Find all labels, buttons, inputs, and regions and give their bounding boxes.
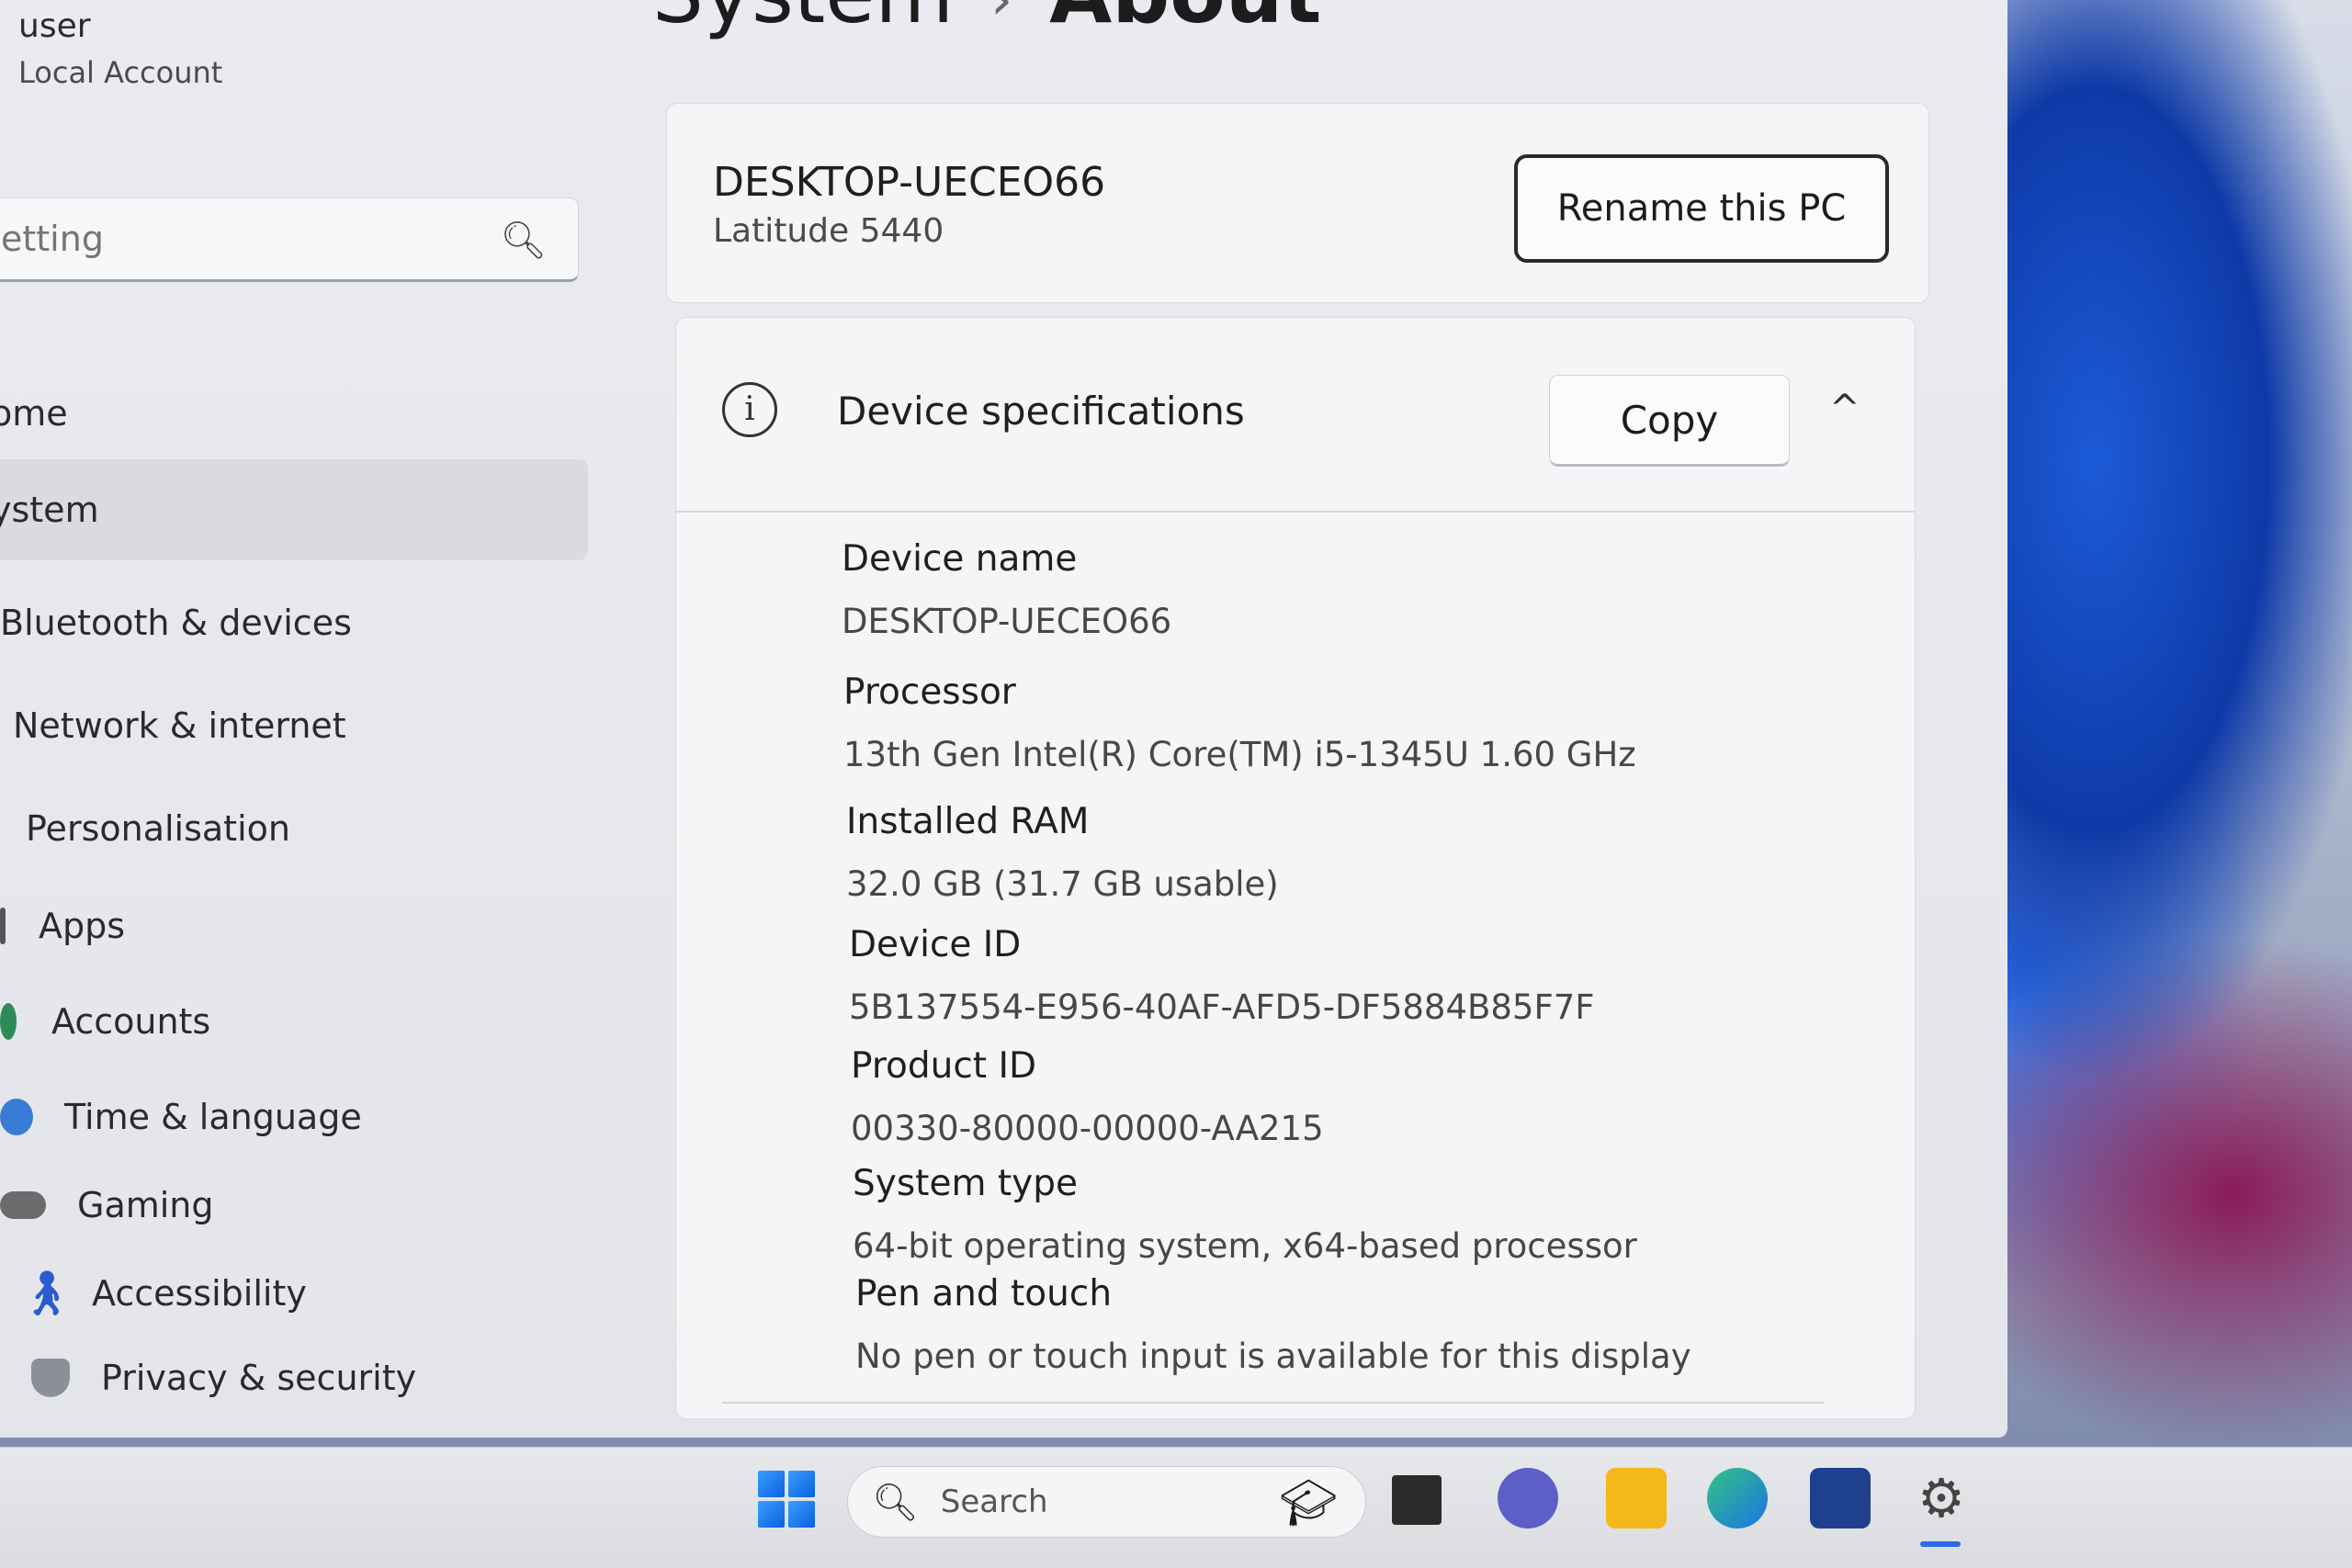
accounts-icon [0,1003,17,1040]
sidebar-item-label: Accounts [51,1001,211,1042]
store-icon[interactable] [1810,1468,1871,1529]
settings-search-input[interactable] [1,219,479,259]
spec-label: System type [853,1163,1078,1204]
sidebar-item-label: Apps [39,906,126,946]
spec-value[interactable]: 32.0 GB (31.7 GB usable) [846,864,1279,904]
spec-label: Processor [843,671,1016,713]
device-specifications-title: Device specifications [837,389,1245,434]
task-view-icon[interactable] [1392,1475,1442,1525]
sidebar-item-label: Bluetooth & devices [0,603,352,643]
edge-icon[interactable] [1707,1468,1768,1529]
spec-label: Device name [842,538,1078,580]
sidebar-item-accounts[interactable]: Accounts [0,976,210,1067]
sidebar-item-label: Privacy & security [101,1358,417,1398]
device-specifications-header[interactable]: i Device specifications Copy ^ [676,318,1915,513]
rename-pc-button[interactable]: Rename this PC [1514,154,1889,263]
settings-search-box[interactable]: 🔍︎ [0,197,579,282]
sidebar-item-gaming[interactable]: Gaming [0,1159,214,1251]
chevron-up-icon[interactable]: ^ [1829,388,1860,430]
sidebar-item-personalisation[interactable]: Personalisation [26,783,290,874]
windows-start-icon[interactable] [758,1471,815,1528]
spec-label: Pen and touch [855,1273,1113,1314]
page-title: System › About [652,0,1321,41]
sidebar-item-label: ystem [0,490,99,530]
spec-row: Processor 13th Gen Intel(R) Core(TM) i5-… [843,671,1636,774]
spec-label: Installed RAM [846,801,1090,842]
shield-icon [31,1359,70,1397]
search-icon: 🔍︎ [872,1481,919,1524]
sidebar-item-bluetooth-devices[interactable]: Bluetooth & devices [0,577,352,669]
globe-icon [0,1099,33,1135]
spec-label: Product ID [851,1045,1037,1087]
device-card: DESKTOP-UECEO66 Latitude 5440 Rename thi… [666,103,1929,303]
active-app-indicator [1920,1541,1961,1547]
spec-row: Product ID 00330-80000-00000-AA215 [851,1045,1324,1148]
sidebar-item-label: Time & language [64,1097,362,1137]
settings-window: user Local Account 🔍︎ ome ystem Bluetoot… [0,0,2007,1438]
spec-value[interactable]: 5B137554-E956-40AF-AFD5-DF5884B85F7F [849,987,1595,1027]
spec-value[interactable]: No pen or touch input is available for t… [855,1337,1691,1376]
device-specifications-card: i Device specifications Copy ^ Device na… [675,317,1916,1419]
taskbar-search-label: Search [940,1483,1048,1520]
breadcrumb-section[interactable]: System [652,0,954,41]
sidebar-item-label: Accessibility [92,1273,307,1314]
accessibility-icon: 🚶︎ [18,1268,74,1319]
info-icon: i [722,382,777,437]
breadcrumb-separator: › [990,0,1013,33]
gamepad-icon [0,1191,46,1219]
graduation-cap-icon: 🎓︎ [1279,1476,1338,1529]
sidebar-item-label: Personalisation [26,808,290,849]
device-model: Latitude 5440 [713,212,944,250]
breadcrumb-page: About [1049,0,1321,41]
spec-label: Device ID [849,924,1022,965]
sidebar-item-apps[interactable]: Apps [0,880,125,972]
device-name: DESKTOP-UECEO66 [713,159,1106,206]
spec-row: Device name DESKTOP-UECEO66 [842,538,1171,641]
spec-value[interactable]: 64-bit operating system, x64-based proce… [853,1226,1637,1266]
teams-chat-icon[interactable] [1498,1468,1558,1529]
taskbar-search[interactable]: 🔍︎ Search 🎓︎ [847,1466,1366,1538]
copy-button[interactable]: Copy [1549,375,1790,467]
sidebar-item-privacy-security[interactable]: Privacy & security [31,1332,416,1424]
spec-row: Installed RAM 32.0 GB (31.7 GB usable) [846,801,1279,904]
spec-value[interactable]: DESKTOP-UECEO66 [842,602,1171,641]
apps-icon [0,908,6,944]
sidebar-item-network-internet[interactable]: Network & internet [13,680,346,772]
sidebar-item-label: ome [0,393,68,434]
account-name: user [18,7,91,45]
search-icon[interactable]: 🔍︎ [500,219,547,262]
taskbar: 🔍︎ Search 🎓︎ ⚙︎ [0,1447,2352,1568]
file-explorer-icon[interactable] [1606,1468,1667,1529]
account-type: Local Account [18,55,223,90]
sidebar-item-accessibility[interactable]: 🚶︎ Accessibility [18,1247,307,1339]
sidebar-item-home[interactable]: ome [0,367,68,459]
spec-row: Device ID 5B137554-E956-40AF-AFD5-DF5884… [849,924,1595,1027]
settings-icon[interactable]: ⚙︎ [1911,1467,1972,1529]
sidebar-item-system[interactable]: ystem [0,459,588,560]
spec-value[interactable]: 00330-80000-00000-AA215 [851,1109,1324,1148]
sidebar-item-label: Gaming [77,1185,214,1225]
spec-value[interactable]: 13th Gen Intel(R) Core(TM) i5-1345U 1.60… [843,735,1636,774]
sidebar-item-label: Network & internet [13,705,346,746]
spec-row: Pen and touch No pen or touch input is a… [855,1273,1691,1376]
sidebar-item-time-language[interactable]: Time & language [0,1071,362,1163]
divider [722,1402,1825,1404]
spec-row: System type 64-bit operating system, x64… [853,1163,1637,1266]
